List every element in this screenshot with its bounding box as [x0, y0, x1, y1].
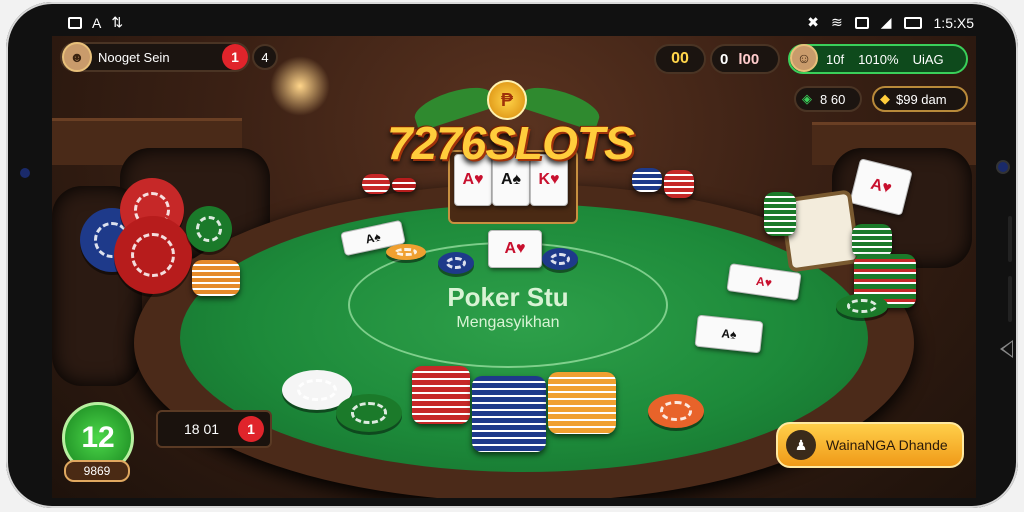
- chip: [542, 248, 578, 270]
- status-time: 1:5:X5: [933, 14, 974, 31]
- gift-icon: ◈: [802, 91, 812, 106]
- chip[interactable]: [648, 394, 704, 428]
- chip: [186, 206, 232, 252]
- logo-title: 7276SLOTS: [387, 117, 635, 169]
- coin-counter-b[interactable]: 0 l00: [710, 44, 780, 74]
- wall-lamp: [270, 56, 330, 116]
- nav-back-icon[interactable]: [1000, 340, 1013, 358]
- chip-stack: [664, 170, 694, 198]
- bluetooth-icon: ✖: [807, 14, 819, 30]
- chip-stack: [192, 260, 240, 296]
- chip-stack[interactable]: [548, 372, 616, 434]
- table-subtitle: Mengasyikhan: [456, 314, 560, 331]
- chip-stack: [362, 174, 390, 194]
- notification-badge[interactable]: 1: [222, 44, 248, 70]
- nfc-icon: [854, 16, 869, 29]
- status-bar: A ⇅ ✖ ≋ ◢ 1:5:X5: [58, 8, 982, 38]
- shop-button[interactable]: ◆ $99 dam: [872, 86, 968, 112]
- chip: [114, 216, 192, 294]
- table-title: Poker Stu: [447, 282, 569, 312]
- battery-icon: [903, 16, 922, 29]
- wifi-icon: ≋: [831, 14, 843, 30]
- game-screen: Poker Stu Mengasyikhan A♥ A♠ K♥ A♠ A♥ A♥…: [52, 36, 976, 498]
- coin-counter-a[interactable]: 00: [654, 44, 706, 74]
- chip-stack: [632, 168, 662, 192]
- coin-icon: ₱: [487, 80, 527, 120]
- play-now-label: WainaNGA Dhande: [826, 437, 948, 453]
- image-icon: [68, 16, 82, 29]
- sync-icon: ⇅: [111, 14, 124, 30]
- power-button: [1008, 276, 1012, 322]
- play-now-button[interactable]: ♟ WainaNGA Dhande: [776, 422, 964, 468]
- card[interactable]: A♠: [694, 314, 764, 354]
- player-avatar[interactable]: ☻: [62, 42, 92, 72]
- sensor-icon: [20, 168, 30, 178]
- camera-icon: [996, 160, 1010, 174]
- chip-stack: [764, 192, 796, 236]
- volume-button: [1008, 216, 1012, 262]
- chip-stack[interactable]: [412, 366, 470, 424]
- chip: [836, 294, 888, 318]
- bonus-counter[interactable]: ◈ 8 60: [794, 86, 862, 112]
- bet-badge[interactable]: 1: [238, 416, 264, 442]
- opponent-avatar[interactable]: ☺: [790, 44, 818, 72]
- coin-bag-icon: ◆: [880, 91, 890, 106]
- card[interactable]: A♥: [488, 230, 542, 268]
- chip: [386, 244, 426, 260]
- dealer-icon: ♟: [786, 430, 816, 460]
- game-logo: ₱ 7276SLOTS: [387, 76, 635, 182]
- chip-stack[interactable]: [472, 376, 546, 452]
- level-sub-label: 9869: [64, 460, 130, 482]
- player-extra[interactable]: 4: [252, 44, 278, 70]
- chip-stack: [852, 224, 892, 258]
- chip: [438, 252, 474, 274]
- signal-icon: ◢: [880, 14, 892, 30]
- font-icon: A: [92, 14, 102, 31]
- chip[interactable]: [336, 394, 402, 432]
- player-name: Nooget Sein: [98, 49, 170, 65]
